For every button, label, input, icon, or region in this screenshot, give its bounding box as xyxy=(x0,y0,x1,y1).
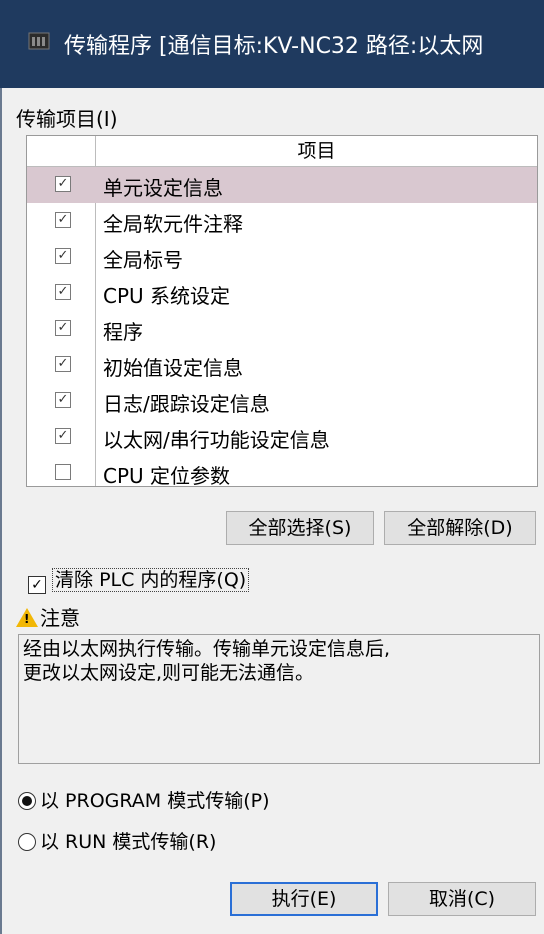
list-item[interactable]: CPU 定位参数 xyxy=(27,455,537,487)
clear-plc-label: 清除 PLC 内的程序(Q) xyxy=(52,568,250,592)
warning-icon: ! xyxy=(16,608,38,627)
item-column-header: 项目 xyxy=(297,140,336,162)
list-item[interactable]: ✓ 日志/跟踪设定信息 xyxy=(27,383,537,419)
execute-button[interactable]: 执行(E) xyxy=(230,882,378,916)
cancel-button[interactable]: 取消(C) xyxy=(388,882,536,916)
program-mode-radio[interactable]: 以 PROGRAM 模式传输(P) xyxy=(18,786,270,813)
notice-text-box: 经由以太网执行传输。传输单元设定信息后, 更改以太网设定,则可能无法通信。 xyxy=(18,634,540,764)
checked-checkbox[interactable]: ✓ xyxy=(55,248,71,264)
checked-checkbox[interactable]: ✓ xyxy=(55,212,71,228)
select-all-button[interactable]: 全部选择(S) xyxy=(226,511,374,545)
list-item[interactable]: ✓ 以太网/串行功能设定信息 xyxy=(27,419,537,455)
checked-checkbox[interactable]: ✓ xyxy=(55,428,71,444)
list-item[interactable]: ✓ 全局软元件注释 xyxy=(27,203,537,239)
list-item-label: CPU 定位参数 xyxy=(103,464,231,487)
list-item[interactable]: ✓ 单元设定信息 xyxy=(27,167,537,203)
transfer-items-label: 传输项目(I) xyxy=(16,107,118,131)
title-bar: 传输程序 [通信目标:KV-NC32 路径:以太网 xyxy=(0,0,544,88)
notice-heading: ! 注意 xyxy=(16,602,80,631)
list-item-label: 程序 xyxy=(103,320,143,344)
deselect-all-button[interactable]: 全部解除(D) xyxy=(384,511,536,545)
window-title: 传输程序 [通信目标:KV-NC32 路径:以太网 xyxy=(64,34,484,59)
list-item[interactable]: ✓ 程序 xyxy=(27,311,537,347)
clear-plc-check-box[interactable]: ✓ xyxy=(28,576,46,594)
window-border-left xyxy=(0,88,2,934)
list-item-label: 单元设定信息 xyxy=(103,176,223,200)
list-item-label: 以太网/串行功能设定信息 xyxy=(103,428,330,452)
list-item-label: 日志/跟踪设定信息 xyxy=(103,392,270,416)
list-item-label: 全局标号 xyxy=(103,248,183,272)
checkbox-column-header xyxy=(27,136,96,166)
run-mode-label: 以 RUN 模式传输(R) xyxy=(40,831,217,853)
list-item[interactable]: ✓ 初始值设定信息 xyxy=(27,347,537,383)
notice-title: 注意 xyxy=(40,606,80,630)
run-mode-radio-button[interactable] xyxy=(18,833,36,851)
checked-checkbox[interactable]: ✓ xyxy=(55,392,71,408)
app-icon xyxy=(28,32,50,50)
list-item[interactable]: ✓ 全局标号 xyxy=(27,239,537,275)
list-item-label: 初始值设定信息 xyxy=(103,356,243,380)
transfer-items-list[interactable]: 项目 ✓ 单元设定信息 ✓ 全局软元件注释 ✓ 全局标号 ✓ CPU 系统设定 ✓ 程序 ✓ 初始值设… xyxy=(26,135,538,487)
checked-checkbox[interactable]: ✓ xyxy=(55,176,71,192)
list-item[interactable]: ✓ CPU 系统设定 xyxy=(27,275,537,311)
clear-plc-program-checkbox[interactable]: ✓ 清除 PLC 内的程序(Q) xyxy=(28,565,250,594)
list-header: 项目 xyxy=(27,136,537,167)
run-mode-radio[interactable]: 以 RUN 模式传输(R) xyxy=(18,827,216,854)
checked-checkbox[interactable]: ✓ xyxy=(55,284,71,300)
unchecked-checkbox[interactable] xyxy=(55,464,71,480)
list-item-label: CPU 系统设定 xyxy=(103,284,231,308)
list-item-label: 全局软元件注释 xyxy=(103,212,243,236)
notice-line-2: 更改以太网设定,则可能无法通信。 xyxy=(23,662,315,684)
program-mode-radio-button[interactable] xyxy=(18,792,36,810)
notice-line-1: 经由以太网执行传输。传输单元设定信息后, xyxy=(23,638,391,660)
program-mode-label: 以 PROGRAM 模式传输(P) xyxy=(40,790,270,812)
checked-checkbox[interactable]: ✓ xyxy=(55,356,71,372)
checked-checkbox[interactable]: ✓ xyxy=(55,320,71,336)
